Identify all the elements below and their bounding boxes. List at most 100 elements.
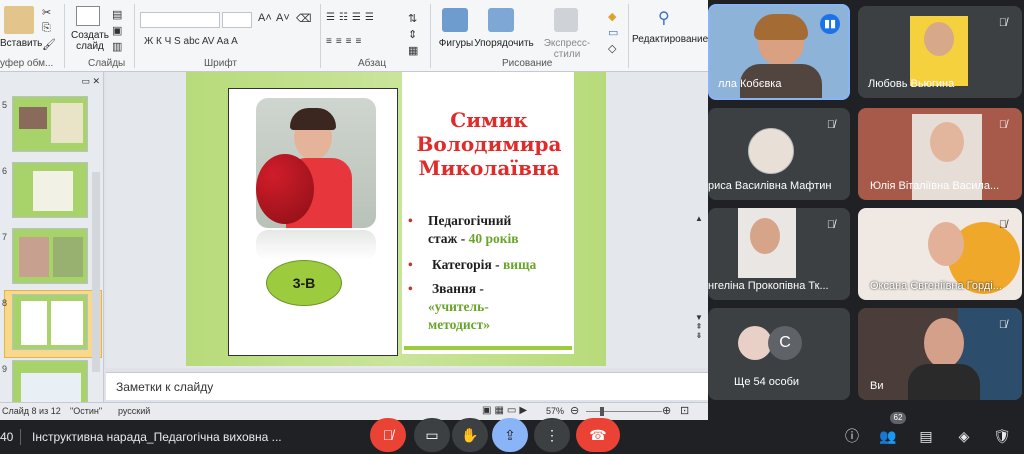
- shrink-font-icon[interactable]: A˅: [276, 12, 290, 24]
- bullet-value: вища: [503, 257, 537, 272]
- group-slides: Слайды: [88, 58, 126, 69]
- info-icon[interactable]: ⓘ: [840, 424, 864, 448]
- participant-name: риса Василівна Мафтин: [708, 180, 832, 192]
- shapes-button[interactable]: Фигуры: [436, 38, 476, 49]
- fit-slide-button[interactable]: ⊡: [680, 404, 689, 417]
- editing-button[interactable]: Редактирование: [632, 34, 708, 45]
- cut-icon[interactable]: ✂: [42, 6, 51, 19]
- notes-pane[interactable]: Заметки к слайду: [106, 372, 708, 400]
- name-line: Симик: [450, 108, 528, 132]
- participant-avatar: [738, 326, 772, 360]
- thumbs-pane-controls[interactable]: ▭ ✕: [4, 76, 100, 86]
- copy-icon[interactable]: ⎘: [42, 22, 51, 35]
- participant-face: [750, 218, 780, 254]
- quick-styles-button[interactable]: Экспресс-стили: [534, 38, 600, 60]
- divider: [20, 429, 21, 445]
- fill-icon[interactable]: ◆: [608, 10, 616, 23]
- bullet-list: • Педагогічний стаж - 40 років • Категор…: [408, 212, 574, 334]
- font-name-field[interactable]: [140, 12, 220, 28]
- participant-tile[interactable]: 🎙̸ Оксана Євгеніївна Горді...: [858, 208, 1022, 300]
- bullet-value: «учитель-: [428, 299, 489, 314]
- slide-thumbnail-8[interactable]: [12, 294, 88, 350]
- participant-name: Ви: [870, 380, 884, 392]
- mic-toggle-button[interactable]: 🎙̸: [370, 418, 406, 452]
- format-painter-icon[interactable]: 🖌: [42, 38, 56, 51]
- group-font: Шрифт: [204, 58, 237, 69]
- effects-icon[interactable]: ◇: [608, 42, 616, 55]
- bullet-item: • Педагогічний стаж - 40 років: [408, 213, 519, 246]
- mic-off-icon: 🎙̸: [998, 119, 1008, 131]
- arrange-icon[interactable]: [488, 8, 514, 32]
- chat-icon[interactable]: ▤: [914, 424, 938, 448]
- outline-icon[interactable]: ▭: [608, 26, 618, 39]
- participant-body: [908, 364, 980, 400]
- participant-tile[interactable]: 🎙̸ риса Василівна Мафтин: [708, 108, 850, 200]
- new-slide-button[interactable]: Создать слайд: [70, 30, 110, 52]
- participant-face: [928, 222, 964, 266]
- participant-avatar: [748, 128, 794, 174]
- zoom-in-button[interactable]: ⊕: [662, 404, 671, 417]
- class-badge: 3-В: [266, 260, 342, 306]
- thumbs-scrollbar[interactable]: [92, 172, 100, 372]
- paste-icon[interactable]: [4, 6, 34, 34]
- section-icon[interactable]: ▥: [112, 40, 122, 53]
- bullet-label: стаж -: [428, 231, 469, 246]
- participant-count-badge: 62: [890, 412, 906, 424]
- shapes-icon[interactable]: [442, 8, 468, 32]
- meeting-time: 40: [0, 430, 14, 444]
- font-size-field[interactable]: [222, 12, 252, 28]
- reset-icon[interactable]: ▣: [112, 24, 122, 37]
- leave-call-button[interactable]: ☎: [576, 418, 620, 452]
- host-controls-icon[interactable]: 🛡: [990, 424, 1014, 448]
- list-buttons[interactable]: ☰☷☰☰: [326, 12, 378, 23]
- new-slide-icon[interactable]: [76, 6, 100, 26]
- slide-thumbnail-6[interactable]: [12, 162, 88, 218]
- clear-format-icon[interactable]: ⌫: [296, 12, 312, 25]
- raise-hand-button[interactable]: ✋: [452, 418, 488, 452]
- more-options-button[interactable]: ⋮: [534, 418, 570, 452]
- grow-font-icon[interactable]: A˄: [258, 12, 272, 24]
- slide-scrollbar[interactable]: ▲ ▼ ⇞ ⇟: [694, 214, 704, 354]
- slide-counter: Слайд 8 из 12: [2, 406, 61, 416]
- slide-thumbnails-pane: ▭ ✕ 5 6 7 8 9: [0, 72, 104, 416]
- participant-tile[interactable]: 🎙̸ Любовь Вьюгина: [858, 6, 1022, 98]
- binoculars-icon[interactable]: ⚲: [658, 8, 678, 30]
- align-text-icon[interactable]: ⇕: [408, 28, 417, 41]
- bullet-label: Категорія -: [432, 257, 503, 272]
- present-button[interactable]: ⇪: [492, 418, 528, 452]
- camera-toggle-button[interactable]: ▭: [414, 418, 450, 452]
- slide-thumbnail-7[interactable]: [12, 228, 88, 284]
- mic-off-icon: 🎙̸: [998, 319, 1008, 331]
- zoom-out-button[interactable]: ⊖: [570, 404, 579, 417]
- quick-styles-icon[interactable]: [554, 8, 578, 32]
- text-direction-icon[interactable]: ⇅: [408, 12, 417, 25]
- group-clipboard: уфер обм...: [0, 58, 54, 69]
- people-icon[interactable]: 👥: [876, 424, 900, 448]
- zoom-slider[interactable]: [586, 411, 662, 412]
- view-buttons[interactable]: ▣▦▭▶: [482, 405, 530, 416]
- zoom-slider-thumb[interactable]: [600, 407, 604, 416]
- participant-name: лла Кобєвка: [718, 78, 782, 90]
- bullet-item: • Звання - «учитель- методист»: [408, 281, 490, 332]
- arrange-button[interactable]: Упорядочить: [474, 38, 534, 49]
- meeting-title: Інструктивна нарада_Педагогічна виховна …: [32, 430, 282, 444]
- participant-face: [924, 318, 964, 368]
- activities-icon[interactable]: ◈: [952, 424, 976, 448]
- paste-button[interactable]: Вставить: [0, 38, 42, 49]
- name-line: Миколаївна: [418, 156, 560, 180]
- smartart-icon[interactable]: ▦: [408, 44, 418, 57]
- font-style-buttons[interactable]: Ж К Ч S abc AV Aa A: [144, 36, 238, 47]
- participant-tile[interactable]: ▮▮ лла Кобєвка: [708, 4, 850, 100]
- layout-icon[interactable]: ▤: [112, 8, 122, 21]
- align-buttons[interactable]: ≡≡≡≡: [326, 36, 365, 47]
- participant-hair: [754, 14, 808, 40]
- others-tile[interactable]: C Ще 54 особи: [708, 308, 850, 400]
- participant-tile[interactable]: 🎙̸ нгеліна Прокопівна Тк...: [708, 208, 850, 300]
- self-tile[interactable]: 🎙̸ Ви: [858, 308, 1022, 400]
- slide-thumbnail-5[interactable]: [12, 96, 88, 152]
- zoom-level: 57%: [546, 406, 565, 416]
- bullet-item: • Категорія - вища: [408, 257, 537, 272]
- participant-tile[interactable]: 🎙̸ Юлія Віталіївна Васила...: [858, 108, 1022, 200]
- photo-reflection: [256, 230, 376, 260]
- thumb-number: 7: [2, 232, 8, 242]
